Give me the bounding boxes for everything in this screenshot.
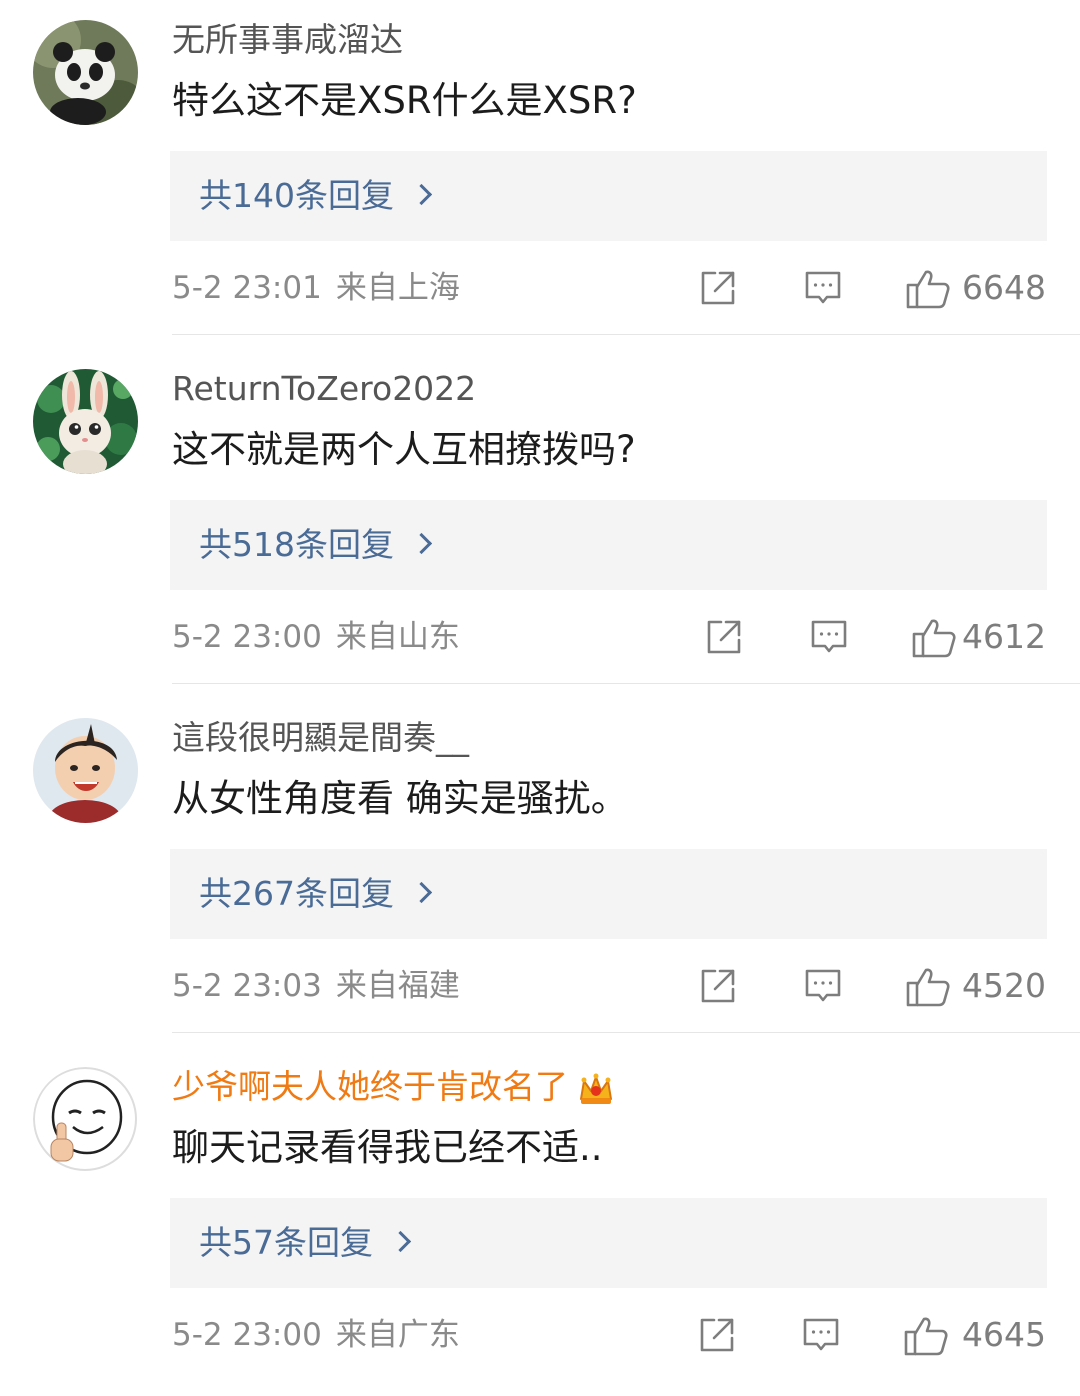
panda-avatar-icon (33, 20, 138, 125)
share-icon (700, 1318, 734, 1352)
username[interactable]: 少爷啊夫人她终于肯改名了 (172, 1065, 616, 1109)
thumbs-up-icon (906, 270, 950, 309)
comment-meta: 5-2 23:01 来自上海 (172, 266, 460, 310)
comment-button[interactable] (801, 1315, 841, 1355)
comment-text: 聊天记录看得我已经不适.. (172, 1126, 603, 1169)
chevron-right-icon (410, 532, 433, 555)
comment-text: 从女性角度看 确实是骚扰。 (172, 777, 628, 820)
share-icon (701, 969, 735, 1003)
like-button[interactable] (905, 966, 951, 1008)
timestamp: 5-2 23:00 (172, 619, 322, 655)
comment-meta: 5-2 23:00 来自广东 (172, 1313, 460, 1357)
chevron-right-icon (410, 183, 433, 206)
chevron-right-icon (410, 881, 433, 904)
comment-button[interactable] (809, 617, 849, 657)
comment-button[interactable] (803, 268, 843, 308)
share-button[interactable] (704, 617, 744, 657)
avatar[interactable] (33, 20, 138, 125)
like-count: 4520 (962, 966, 1046, 1005)
like-button[interactable] (903, 1315, 949, 1357)
replies-label: 共518条回复 (199, 523, 433, 567)
comment-item: 少爷啊夫人她终于肯改名了 聊天记录看得我已经不适.. 共57条回复 5-2 23… (0, 1047, 1080, 1396)
comment-item: 无所事事咸溜达 特么这不是XSR什么是XSR? 共140条回复 5-2 23:0… (0, 0, 1080, 349)
timestamp: 5-2 23:00 (172, 1317, 322, 1353)
thumbs-up-icon (904, 1317, 948, 1356)
like-count: 4612 (962, 617, 1046, 656)
like-button[interactable] (905, 268, 951, 310)
comment-button[interactable] (803, 966, 843, 1006)
timestamp: 5-2 23:03 (172, 968, 322, 1004)
view-replies-button[interactable]: 共267条回复 (170, 849, 1047, 939)
thumbs-up-icon (912, 619, 956, 658)
crown-icon (580, 1073, 612, 1104)
avatar[interactable] (33, 369, 138, 474)
location: 来自福建 (335, 968, 460, 1004)
divider (172, 1032, 1080, 1033)
view-replies-button[interactable]: 共140条回复 (170, 151, 1047, 241)
divider (172, 334, 1080, 335)
share-button[interactable] (698, 966, 738, 1006)
replies-label: 共267条回复 (199, 872, 433, 916)
replies-label: 共140条回复 (199, 174, 433, 218)
comment-meta: 5-2 23:03 来自福建 (172, 964, 460, 1008)
thumbs-up-icon (906, 968, 950, 1007)
username[interactable]: 无所事事咸溜达 (172, 18, 403, 62)
replies-label: 共57条回复 (199, 1221, 412, 1265)
comment-text: 特么这不是XSR什么是XSR? (172, 79, 637, 122)
sketch-face-avatar-icon (33, 1067, 138, 1172)
comment-item: ReturnToZero2022 这不就是两个人互相撩拨吗? 共518条回复 5… (0, 349, 1080, 698)
rabbit-avatar-icon (33, 369, 138, 474)
comment-item: 這段很明顯是間奏__ 从女性角度看 确实是骚扰。 共267条回复 5-2 23:… (0, 698, 1080, 1047)
avatar[interactable] (33, 1067, 138, 1172)
location: 来自上海 (335, 270, 460, 306)
username[interactable]: 這段很明顯是間奏__ (172, 716, 469, 760)
share-button[interactable] (698, 268, 738, 308)
like-count: 6648 (962, 268, 1046, 307)
avatar[interactable] (33, 718, 138, 823)
view-replies-button[interactable]: 共57条回复 (170, 1198, 1047, 1288)
comment-icon (805, 969, 841, 1002)
like-button[interactable] (911, 617, 957, 659)
chevron-right-icon (389, 1230, 412, 1253)
timestamp: 5-2 23:01 (172, 270, 322, 306)
divider (172, 683, 1080, 684)
share-button[interactable] (697, 1315, 737, 1355)
like-count: 4645 (962, 1315, 1046, 1354)
comment-meta: 5-2 23:00 来自山东 (172, 615, 460, 659)
comment-text: 这不就是两个人互相撩拨吗? (172, 428, 636, 471)
view-replies-button[interactable]: 共518条回复 (170, 500, 1047, 590)
share-icon (707, 620, 741, 654)
comment-icon (805, 271, 841, 304)
location: 来自山东 (335, 619, 460, 655)
child-avatar-icon (33, 718, 138, 823)
username[interactable]: ReturnToZero2022 (172, 367, 476, 411)
comment-icon (811, 620, 847, 653)
location: 来自广东 (335, 1317, 460, 1353)
share-icon (701, 271, 735, 305)
comment-icon (803, 1318, 839, 1351)
